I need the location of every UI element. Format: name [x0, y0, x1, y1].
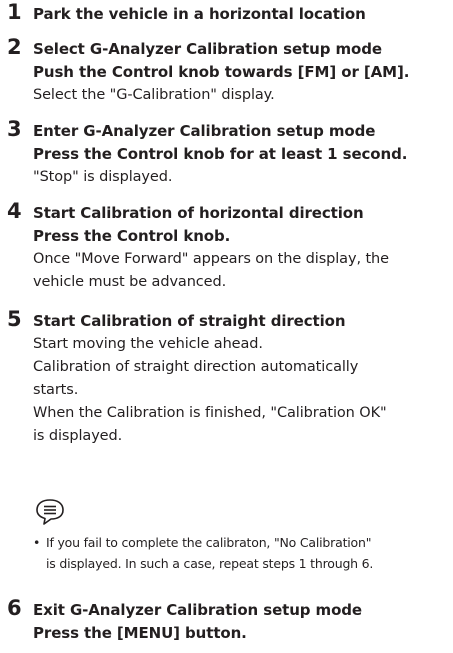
step-number: 4 — [7, 199, 22, 223]
note-line: • If you fail to complete the calibraton,… — [33, 532, 453, 553]
step-number: 5 — [7, 307, 22, 331]
step-action: Press the Control knob. — [33, 227, 231, 245]
step-number: 1 — [7, 0, 22, 24]
note-text: is displayed. In such a case, repeat ste… — [46, 556, 374, 571]
step-description-line: Calibration of straight direction automa… — [33, 359, 359, 375]
step-description: Select the "G-Calibration" display. — [33, 87, 275, 103]
step-description-line: Start moving the vehicle ahead. — [33, 336, 263, 352]
step-title: Park the vehicle in a horizontal locatio… — [33, 5, 366, 23]
step-action: Press the [MENU] button. — [33, 624, 247, 642]
step-description-line: vehicle must be advanced. — [33, 274, 227, 290]
bullet: • — [33, 535, 41, 550]
step-number: 6 — [7, 596, 22, 620]
step-title: Enter G-Analyzer Calibration setup mode — [33, 122, 376, 140]
step-title: Exit G-Analyzer Calibration setup mode — [33, 601, 362, 619]
step-title: Select G-Analyzer Calibration setup mode — [33, 40, 382, 58]
step-number: 2 — [7, 35, 22, 59]
step-description-line: is displayed. — [33, 428, 123, 444]
step-title: Start Calibration of straight direction — [33, 312, 346, 330]
step-description-line: starts. — [33, 382, 79, 398]
instruction-page: 1 Park the vehicle in a horizontal locat… — [0, 0, 453, 653]
step-description: "Stop" is displayed. — [33, 169, 173, 185]
step-description-line: Once "Move Forward" appears on the displ… — [33, 251, 389, 267]
step-title: Start Calibration of horizontal directio… — [33, 204, 364, 222]
note-text: If you fail to complete the calibraton, … — [46, 535, 372, 550]
step-description-line: When the Calibration is finished, "Calib… — [33, 405, 387, 421]
step-action: Press the Control knob for at least 1 se… — [33, 145, 408, 163]
step-action: Push the Control knob towards [FM] or [A… — [33, 63, 410, 81]
step-number: 3 — [7, 117, 22, 141]
note: • If you fail to complete the calibraton,… — [33, 532, 453, 574]
note-icon — [33, 498, 67, 526]
note-line: is displayed. In such a case, repeat ste… — [33, 553, 453, 574]
